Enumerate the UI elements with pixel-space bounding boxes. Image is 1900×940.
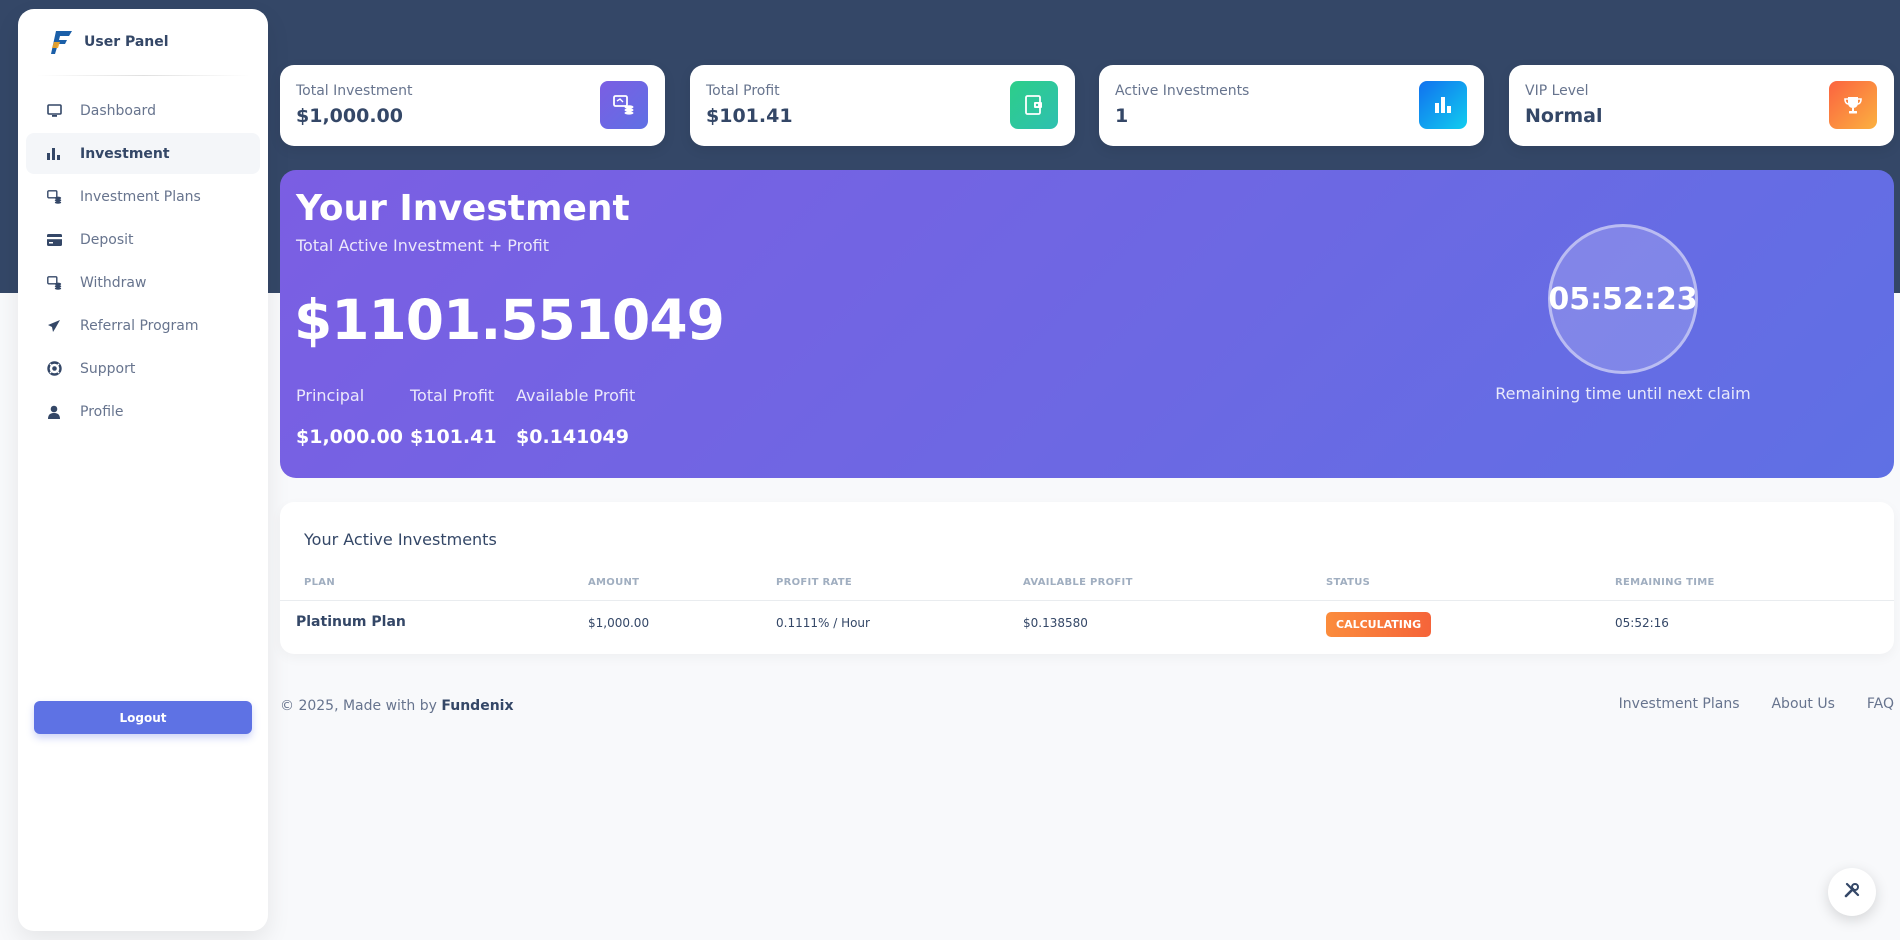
- column-header-profit-rate: PROFIT RATE: [776, 577, 853, 588]
- stat-label: Total Investment: [296, 83, 413, 99]
- principal-value: $1,000.00: [296, 426, 403, 448]
- sidebar-item-label: Profile: [80, 403, 124, 420]
- bar-chart-icon: [1419, 81, 1467, 129]
- wallet-icon: [1010, 81, 1058, 129]
- available-profit-stat: Available Profit $0.141049: [516, 386, 635, 448]
- brand[interactable]: User Panel: [18, 9, 268, 75]
- column-header-available-profit: AVAILABLE PROFIT: [1023, 577, 1133, 588]
- hero-subtitle: Total Active Investment + Profit: [296, 236, 549, 255]
- stat-value: Normal: [1525, 105, 1603, 127]
- stat-value: 1: [1115, 105, 1129, 127]
- stat-value: $101.41: [706, 105, 793, 127]
- claim-countdown-timer: 05:52:23: [1548, 224, 1698, 374]
- sidebar-item-investment-plans[interactable]: Investment Plans: [26, 176, 260, 217]
- footer-links: Investment Plans About Us FAQ: [1619, 696, 1894, 712]
- stat-card-active-investments: Active Investments 1: [1099, 65, 1484, 146]
- sidebar: User Panel Dashboard Investment Investme…: [18, 9, 268, 931]
- sidebar-item-deposit[interactable]: Deposit: [26, 219, 260, 260]
- settings-fab-button[interactable]: [1828, 868, 1876, 916]
- active-investments-table: Your Active Investments PLAN AMOUNT PROF…: [280, 502, 1894, 654]
- available-profit-label: Available Profit: [516, 386, 636, 405]
- footer-link-about-us[interactable]: About Us: [1771, 696, 1834, 712]
- paper-plane-icon: [46, 318, 62, 334]
- coins-icon: [46, 275, 62, 291]
- brand-name: User Panel: [84, 34, 169, 50]
- monitor-icon: [46, 103, 62, 119]
- cell-available-profit: $0.138580: [1023, 616, 1088, 630]
- sidebar-item-label: Dashboard: [80, 102, 156, 119]
- stat-card-total-profit: Total Profit $101.41: [690, 65, 1075, 146]
- column-header-remaining-time: REMAINING TIME: [1615, 577, 1715, 588]
- copyright-text: © 2025, Made with by: [280, 698, 437, 714]
- stat-card-vip-level: VIP Level Normal: [1509, 65, 1894, 146]
- principal-stat: Principal $1,000.00: [296, 386, 403, 448]
- table-divider: [280, 600, 1894, 601]
- stat-label: VIP Level: [1525, 83, 1589, 99]
- sidebar-item-label: Withdraw: [80, 274, 147, 291]
- footer-brand-link[interactable]: Fundenix: [441, 698, 513, 714]
- footer-copyright: © 2025, Made with by Fundenix: [280, 698, 514, 714]
- sidebar-item-label: Deposit: [80, 231, 134, 248]
- stat-card-total-investment: Total Investment $1,000.00: [280, 65, 665, 146]
- logout-button[interactable]: Logout: [34, 701, 252, 734]
- column-header-status: STATUS: [1326, 577, 1371, 588]
- column-header-plan: PLAN: [304, 577, 336, 588]
- cell-remaining-time: 05:52:16: [1615, 616, 1669, 630]
- tools-icon: [1843, 881, 1861, 903]
- sidebar-nav: Dashboard Investment Investment Plans De…: [18, 90, 268, 432]
- sidebar-item-label: Investment Plans: [80, 188, 201, 205]
- status-badge: CALCULATING: [1326, 612, 1432, 637]
- coins-icon: [600, 81, 648, 129]
- bar-chart-icon: [46, 146, 62, 162]
- sidebar-item-investment[interactable]: Investment: [26, 133, 260, 174]
- sidebar-item-label: Referral Program: [80, 317, 199, 334]
- brand-logo-icon: [50, 28, 74, 56]
- trophy-icon: [1829, 81, 1877, 129]
- sidebar-item-label: Support: [80, 360, 136, 377]
- hero-total-amount: $1101.551049: [294, 288, 725, 352]
- brand-divider: [36, 75, 250, 76]
- sidebar-item-dashboard[interactable]: Dashboard: [26, 90, 260, 131]
- sidebar-item-label: Investment: [80, 145, 170, 162]
- hero-title: Your Investment: [296, 188, 630, 229]
- sidebar-item-referral-program[interactable]: Referral Program: [26, 305, 260, 346]
- stat-value: $1,000.00: [296, 105, 403, 127]
- lifebuoy-icon: [46, 361, 62, 377]
- investment-summary-panel: Your Investment Total Active Investment …: [280, 170, 1894, 478]
- total-profit-value: $101.41: [410, 426, 497, 448]
- total-profit-label: Total Profit: [410, 386, 495, 405]
- total-profit-stat: Total Profit $101.41: [410, 386, 497, 448]
- user-icon: [46, 404, 62, 420]
- principal-label: Principal: [296, 386, 365, 405]
- cell-profit-rate: 0.1111% / Hour: [776, 616, 870, 630]
- footer-link-faq[interactable]: FAQ: [1867, 696, 1894, 712]
- stat-label: Active Investments: [1115, 83, 1250, 99]
- sidebar-item-support[interactable]: Support: [26, 348, 260, 389]
- footer-link-investment-plans[interactable]: Investment Plans: [1619, 696, 1740, 712]
- coins-icon: [46, 189, 62, 205]
- cell-amount: $1,000.00: [588, 616, 650, 630]
- timer-caption: Remaining time until next claim: [1495, 384, 1751, 403]
- sidebar-item-profile[interactable]: Profile: [26, 391, 260, 432]
- table-title: Your Active Investments: [304, 530, 497, 549]
- stat-label: Total Profit: [706, 83, 780, 99]
- cell-plan: Platinum Plan: [296, 614, 406, 630]
- column-header-amount: AMOUNT: [588, 577, 640, 588]
- sidebar-item-withdraw[interactable]: Withdraw: [26, 262, 260, 303]
- credit-card-icon: [46, 232, 62, 248]
- available-profit-value: $0.141049: [516, 426, 629, 448]
